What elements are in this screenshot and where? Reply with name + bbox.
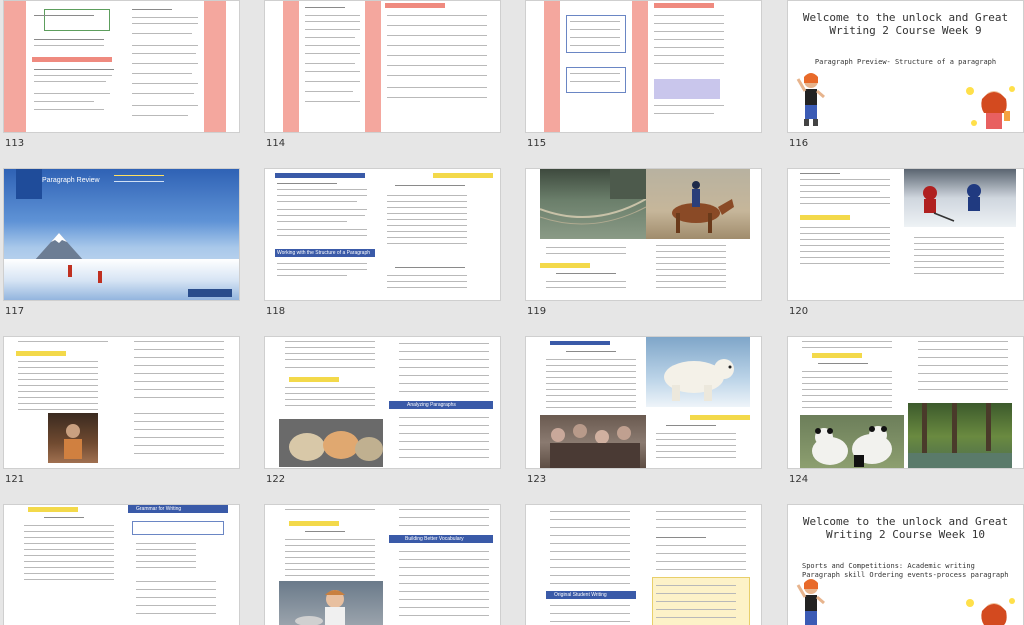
cartoon-girl-left-icon (796, 577, 826, 625)
slide-thumbnail[interactable]: Working with the Structure of a Paragrap… (264, 168, 501, 301)
slide-subtitle: Paragraph Preview- Structure of a paragr… (814, 58, 997, 66)
slide-number: 114 (266, 138, 286, 149)
cooking-photo-icon (279, 581, 383, 625)
section-heading: Analyzing Paragraphs (407, 402, 456, 408)
section-heading: Grammar for Writing (136, 506, 182, 512)
slide-number: 123 (527, 474, 547, 485)
slide-thumbnail[interactable] (525, 168, 762, 301)
slide-sorter-grid: 113 114 115 Welcome to the unlock and Gr… (0, 0, 1024, 625)
hockey-photo-icon (904, 169, 1016, 227)
slide-thumbnail[interactable] (3, 336, 240, 469)
slide-thumbnail[interactable]: Welcome to the unlock and Great Writing … (787, 504, 1024, 625)
swamp-photo-icon (908, 403, 1012, 468)
slide-number: 120 (789, 306, 809, 317)
mountain-icon (34, 233, 84, 261)
slide-thumbnail[interactable] (264, 0, 501, 133)
section-heading: Building Better Vocabulary (405, 536, 464, 542)
cartoon-girl-left-icon (796, 71, 826, 127)
slide-number: 116 (789, 138, 809, 149)
slide-title: Welcome to the unlock and Great Writing … (802, 11, 1009, 37)
slide-thumbnail[interactable]: Grammar for Writing (3, 504, 240, 625)
crowd-photo-icon (540, 415, 646, 468)
cartoon-girl-right-icon (964, 83, 1020, 131)
slide-number: 119 (527, 306, 547, 317)
slide-thumbnail[interactable]: Analyzing Paragraphs (264, 336, 501, 469)
polar-bear-photo-icon (646, 337, 750, 407)
slide-thumbnail[interactable]: Welcome to the unlock and Great Writing … (787, 0, 1024, 133)
horse-rider-photo-icon (646, 169, 750, 239)
slide-number: 118 (266, 306, 286, 317)
pandas-photo-icon (800, 415, 904, 468)
slide-number: 124 (789, 474, 809, 485)
slide-number: 115 (527, 138, 547, 149)
section-heading: Original Student Writing (554, 592, 607, 598)
slide-number: 117 (5, 306, 25, 317)
slide-number: 121 (5, 474, 25, 485)
slide-thumbnail[interactable]: Paragraph Review (3, 168, 240, 301)
section-heading: Working with the Structure of a Paragrap… (277, 250, 371, 256)
chapter-heading: Paragraph Review (42, 177, 100, 184)
slide-number: 113 (5, 138, 25, 149)
slide-thumbnail[interactable] (787, 168, 1024, 301)
slide-title: Welcome to the unlock and Great Writing … (802, 515, 1009, 541)
slide-number: 122 (266, 474, 286, 485)
slide-thumbnail[interactable]: Building Better Vocabulary (264, 504, 501, 625)
slide-thumbnail[interactable] (3, 0, 240, 133)
slide-thumbnail[interactable] (787, 336, 1024, 469)
slide-thumbnail[interactable] (525, 336, 762, 469)
slide-subtitle: Sports and Competitions: Academic writin… (802, 562, 1009, 579)
slide-thumbnail[interactable]: Original Student Writing (525, 504, 762, 625)
cartoon-girl-right-icon (964, 595, 1020, 625)
worker-photo-icon (48, 413, 98, 463)
slide-thumbnail[interactable] (525, 0, 762, 133)
rope-bridge-photo-icon (539, 169, 647, 239)
food-photo-icon (279, 419, 383, 467)
